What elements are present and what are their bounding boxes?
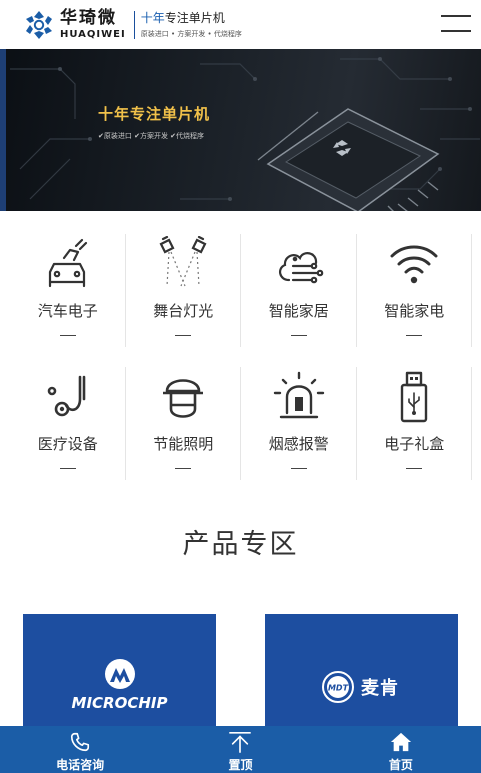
header-slogan: 十年专注单片机 原装进口 • 方案开发 • 代烧程序	[141, 11, 242, 39]
category-auto-electronics[interactable]: 汽车电子	[10, 234, 126, 347]
category-label: 医疗设备	[37, 435, 98, 453]
category-gift-box[interactable]: 电子礼盒	[357, 367, 472, 480]
category-label: 节能照明	[153, 435, 214, 453]
category-label: 电子礼盒	[384, 435, 445, 453]
brand-name-mdt: 麦肯	[361, 678, 399, 699]
category-dash	[290, 335, 307, 336]
category-label: 舞台灯光	[153, 302, 214, 320]
category-label: 智能家居	[268, 302, 329, 320]
products-section-title: 产品专区	[182, 529, 299, 560]
logo-name-en: HUAQIWEI	[60, 29, 126, 40]
usb-drive-icon	[401, 371, 428, 423]
banner-subtitle: ✔原装进口 ✔方案开发 ✔代烧程序	[98, 132, 205, 140]
wifi-icon	[390, 245, 438, 284]
category-medical-equipment[interactable]: 医疗设备	[10, 367, 126, 480]
category-label: 烟感报警	[268, 435, 329, 453]
phone-consult-button[interactable]: 电话咨询	[0, 726, 160, 773]
category-dash	[406, 468, 423, 469]
slogan-text: 专注单片机	[164, 11, 225, 25]
brand-name-microchip: MICROCHIP	[71, 694, 168, 712]
banner-title: 十年专注单片机	[98, 105, 211, 123]
category-dash	[406, 335, 423, 336]
brand-card-mdt[interactable]: MDT 麦肯	[265, 614, 458, 726]
bottom-label: 首页	[388, 758, 413, 772]
home-button[interactable]: 首页	[321, 726, 481, 773]
category-energy-lighting[interactable]: 节能照明	[126, 367, 241, 480]
car-plug-icon	[48, 238, 87, 288]
category-label: 智能家电	[384, 302, 445, 320]
home-icon	[390, 732, 411, 752]
stage-lights-icon	[159, 236, 207, 287]
bottom-label: 置顶	[228, 758, 253, 772]
hero-banner[interactable]: 十年专注单片机 ✔原装进口 ✔方案开发 ✔代烧程序	[0, 49, 481, 211]
to-top-icon	[229, 732, 252, 753]
category-dash	[59, 335, 76, 336]
header: 华琦微 HUAQIWEI 十年专注单片机 原装进口 • 方案开发 • 代烧程序	[0, 0, 481, 48]
lamp-icon	[163, 379, 204, 418]
category-smart-appliances[interactable]: 智能家电	[357, 234, 472, 347]
bottom-label: 电话咨询	[56, 758, 105, 772]
hamburger-menu-icon[interactable]	[441, 13, 471, 33]
category-dash	[175, 335, 192, 336]
category-smart-home[interactable]: 智能家居	[241, 234, 357, 347]
back-to-top-button[interactable]: 置顶	[160, 726, 320, 773]
microchip-graphic-icon	[257, 108, 440, 211]
brand-card-microchip[interactable]: MICROCHIP	[23, 614, 216, 726]
microchip-logo-icon	[105, 659, 135, 689]
grid-divider	[471, 367, 472, 480]
slogan-subtext: 原装进口 • 方案开发 • 代烧程序	[140, 30, 242, 38]
category-dash	[290, 468, 307, 469]
stethoscope-icon	[47, 375, 86, 417]
mdt-logo-icon: MDT	[322, 671, 354, 703]
category-grid: 汽车电子 舞台灯光 智能家居 智能家电 医疗设备 节能照明 烟感报警 电子礼盒	[10, 234, 472, 480]
slogan-accent: 十年	[140, 11, 165, 25]
logo-divider	[133, 11, 135, 39]
logo-name-cn: 华琦微	[60, 8, 117, 28]
phone-icon	[71, 732, 90, 752]
category-stage-lighting[interactable]: 舞台灯光	[126, 234, 241, 347]
category-label: 汽车电子	[37, 302, 98, 320]
category-smoke-alarm[interactable]: 烟感报警	[241, 367, 357, 480]
banner-edge-accent	[0, 49, 6, 211]
grid-divider	[471, 234, 472, 347]
mdt-logo-text: MDT	[328, 684, 349, 693]
category-dash	[175, 468, 192, 469]
bottom-nav-bar: 电话咨询 置顶 首页	[0, 726, 481, 773]
site-logo[interactable]: 华琦微 HUAQIWEI 十年专注单片机 原装进口 • 方案开发 • 代烧程序	[22, 9, 242, 41]
alarm-light-icon	[273, 371, 324, 419]
huaqiwei-logo-icon	[26, 11, 52, 39]
category-dash	[59, 468, 76, 469]
cloud-circuit-icon	[278, 252, 324, 284]
